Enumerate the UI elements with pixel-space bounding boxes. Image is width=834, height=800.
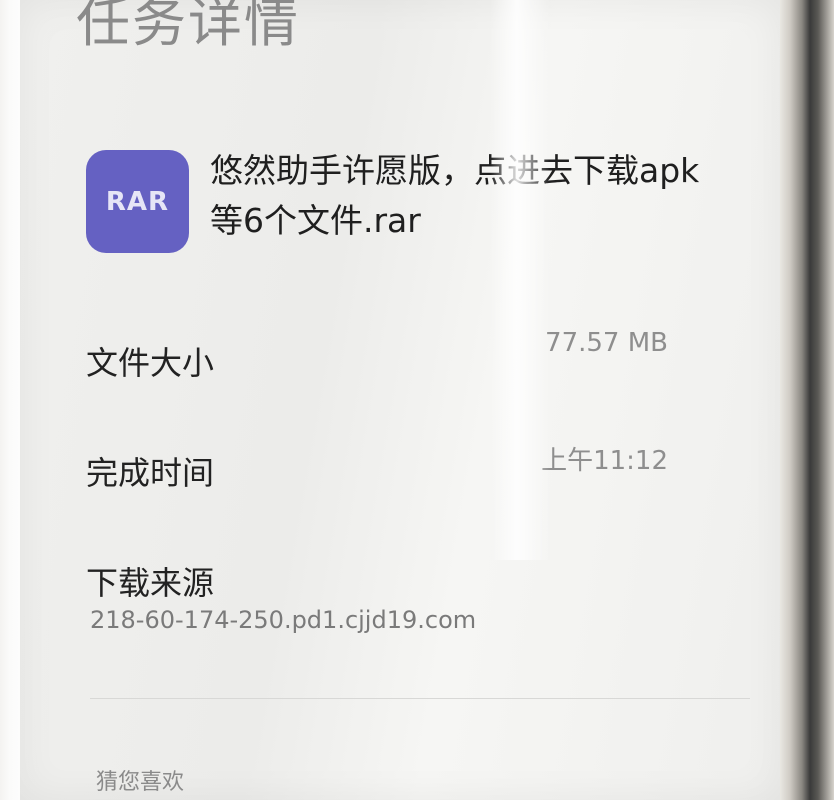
completion-time-value: 上午11:12 <box>541 446 668 476</box>
phone-bezel <box>780 0 834 800</box>
section-divider <box>90 698 750 699</box>
download-source-link[interactable]: 218-60-174-250.pd1.cjjd19.com <box>90 606 476 634</box>
file-name: 悠然助手许愿版，点进去下载apk等6个文件.rar <box>210 151 700 240</box>
recommend-section-title: 猜您喜欢 <box>96 770 185 795</box>
download-source-label: 下载来源 <box>86 564 215 602</box>
page-title: 任务详情 <box>76 0 300 54</box>
file-size-value: 77.57 MB <box>545 328 668 358</box>
photo-frame: 任务详情 RAR 悠然助手许愿版，点进去下载apk等6个文件.rar 文件大小 … <box>0 0 834 800</box>
file-icon-label: RAR <box>105 186 170 217</box>
file-size-label: 文件大小 <box>86 344 215 382</box>
completion-time-label: 完成时间 <box>86 454 215 492</box>
phone-screen: 任务详情 RAR 悠然助手许愿版，点进去下载apk等6个文件.rar 文件大小 … <box>20 0 780 800</box>
rar-file-icon: RAR <box>86 150 189 253</box>
